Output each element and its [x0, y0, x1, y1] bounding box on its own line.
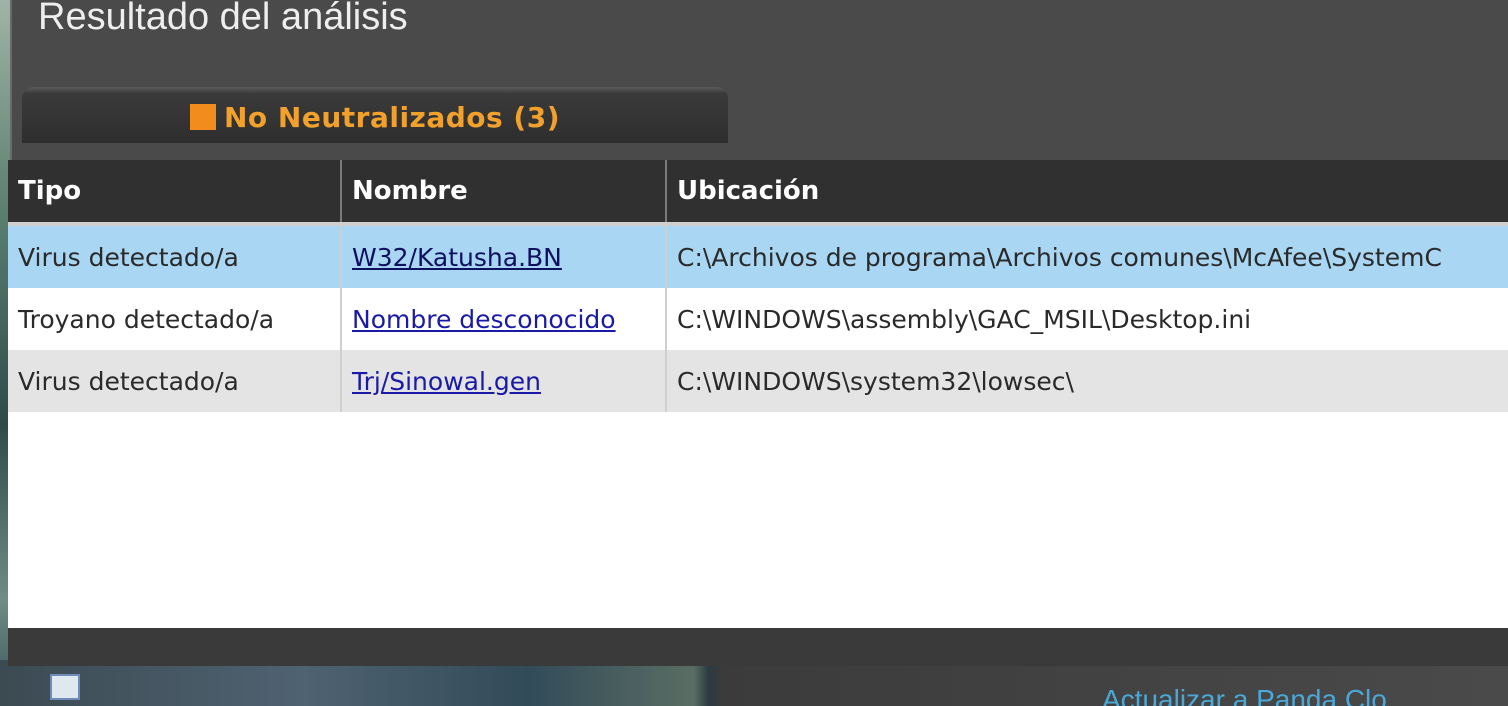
table-row[interactable]: Troyano detectado/a Nombre desconocido C… [8, 288, 1508, 350]
threat-name-link[interactable]: Nombre desconocido [352, 305, 616, 334]
cell-nombre: W32/Katusha.BN [342, 226, 667, 288]
cell-ubicacion: C:\WINDOWS\assembly\GAC_MSIL\Desktop.ini [677, 304, 1252, 334]
cell-tipo: Virus detectado/a [8, 350, 342, 412]
cell-tipo: Virus detectado/a [8, 226, 342, 288]
table-header: Tipo Nombre Ubicación [8, 160, 1508, 226]
results-table: Tipo Nombre Ubicación Virus detectado/a … [8, 160, 1508, 628]
cell-tipo: Troyano detectado/a [8, 288, 342, 350]
column-header-ubicacion[interactable]: Ubicación [667, 160, 1508, 222]
update-link[interactable]: Actualizar a Panda Clo [1102, 684, 1387, 706]
table-footer [8, 628, 1508, 666]
window-title: Resultado del análisis [38, 0, 408, 38]
tab-no-neutralizados[interactable]: No Neutralizados (3) [22, 87, 728, 143]
column-header-tipo[interactable]: Tipo [8, 160, 342, 222]
table-row[interactable]: Virus detectado/a Trj/Sinowal.gen C:\WIN… [8, 350, 1508, 412]
cell-ubicacion: C:\WINDOWS\system32\lowsec\ [677, 366, 1074, 396]
table-row[interactable]: Virus detectado/a W32/Katusha.BN C:\Arch… [8, 226, 1508, 288]
desktop-background-bottom: Actualizar a Panda Clo [0, 660, 1508, 706]
threat-name-link[interactable]: W32/Katusha.BN [352, 243, 562, 272]
cell-nombre: Nombre desconocido [342, 288, 667, 350]
warning-square-icon [189, 104, 216, 130]
cell-nombre: Trj/Sinowal.gen [342, 350, 667, 412]
threat-name-link[interactable]: Trj/Sinowal.gen [352, 367, 541, 396]
column-header-nombre[interactable]: Nombre [342, 160, 667, 222]
cell-ubicacion: C:\Archivos de programa\Archivos comunes… [677, 242, 1442, 272]
document-icon[interactable] [50, 674, 80, 700]
tab-label: No Neutralizados (3) [223, 100, 561, 134]
